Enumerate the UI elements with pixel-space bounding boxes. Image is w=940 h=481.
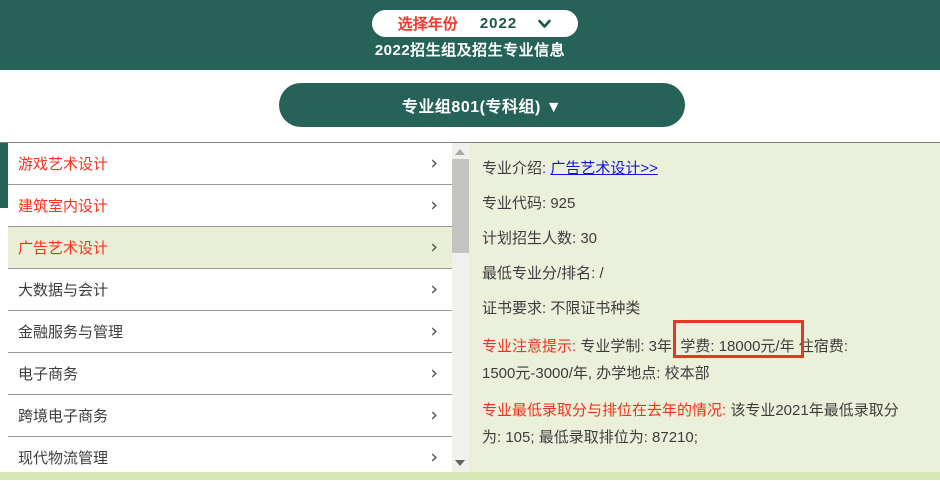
detail-minscore-row: 最低专业分/排名: / (482, 263, 930, 284)
code-value: 925 (550, 195, 576, 212)
notice-label: 专业注意提示: (482, 338, 581, 355)
detail-code-row: 专业代码: 925 (482, 193, 930, 214)
minscore-value: / (599, 265, 604, 282)
chevron-right-icon: › (430, 446, 438, 468)
year-selector-label: 选择年份 (397, 16, 458, 33)
major-label: 大数据与会计 (18, 282, 109, 299)
history-line2: 为: 105; 最低录取排位为: 87210; (482, 429, 698, 446)
year-selector[interactable]: 选择年份 2022 (372, 10, 578, 37)
cert-label: 证书要求: (482, 300, 551, 317)
history-label: 专业最低录取分与排位在去年的情况: (482, 402, 731, 419)
plan-value: 30 (580, 230, 598, 247)
group-button-band: 专业组801(专科组) ▼ (0, 70, 940, 142)
intro-label: 专业介绍: (482, 160, 551, 177)
cert-value: 不限证书种类 (550, 300, 641, 317)
history-line1: 该专业2021年最低录取分 (730, 402, 899, 419)
scrollbar-thumb[interactable] (452, 159, 469, 253)
notice-post2: 1500元-3000/年, 办学地点: 校本部 (482, 365, 710, 382)
list-scrollbar[interactable] (452, 143, 469, 472)
major-detail-panel: 专业介绍: 广告艺术设计>> 专业代码: 925 计划招生人数: 30 最低专业… (469, 143, 940, 472)
top-header: 选择年份 2022 2022招生组及招生专业信息 (0, 0, 940, 70)
plan-label: 计划招生人数: (482, 230, 581, 247)
detail-history-row: 专业最低录取分与排位在去年的情况: 该专业2021年最低录取分为: 105; 最… (482, 397, 930, 451)
major-label: 电子商务 (18, 366, 79, 383)
major-list-item[interactable]: 电子商务 › (8, 353, 452, 395)
chevron-right-icon: › (430, 194, 438, 216)
major-list-item[interactable]: 游戏艺术设计 › (8, 143, 452, 185)
detail-intro-row: 专业介绍: 广告艺术设计>> (482, 158, 930, 179)
scroll-up-icon[interactable] (455, 149, 465, 155)
notice-post1: 住宿费: (794, 338, 848, 355)
left-scroll-thumb[interactable] (0, 143, 8, 208)
chevron-right-icon: › (430, 152, 438, 174)
major-list-item[interactable]: 建筑室内设计 › (8, 185, 452, 227)
major-label: 游戏艺术设计 (18, 156, 109, 173)
major-list-item[interactable]: 广告艺术设计 › (8, 227, 452, 269)
major-label: 现代物流管理 (18, 450, 109, 467)
left-scroll-track[interactable] (0, 143, 8, 472)
notice-pre: 专业学制: 3年, (580, 338, 681, 355)
major-label: 金融服务与管理 (18, 324, 124, 341)
tuition-text: 学费: 18000元/年 (680, 338, 795, 355)
detail-notice-row: 专业注意提示: 专业学制: 3年, 学费: 18000元/年 住宿费: 1500元… (482, 333, 930, 387)
major-list-item[interactable]: 大数据与会计 › (8, 269, 452, 311)
footer-bar (0, 472, 940, 480)
chevron-right-icon: › (430, 404, 438, 426)
major-list-item[interactable]: 金融服务与管理 › (8, 311, 452, 353)
major-group-button[interactable]: 专业组801(专科组) ▼ (279, 83, 685, 127)
major-label: 建筑室内设计 (18, 198, 109, 215)
main-content: 游戏艺术设计 › 建筑室内设计 › 广告艺术设计 › 大数据与会计 › 金融服务… (0, 142, 940, 472)
major-label: 跨境电子商务 (18, 408, 109, 425)
code-label: 专业代码: (482, 195, 551, 212)
chevron-right-icon: › (430, 236, 438, 258)
detail-cert-row: 证书要求: 不限证书种类 (482, 298, 930, 319)
chevron-right-icon: › (430, 320, 438, 342)
chevron-down-icon (538, 19, 551, 28)
detail-plan-row: 计划招生人数: 30 (482, 228, 930, 249)
chevron-right-icon: › (430, 278, 438, 300)
tuition-annotation-box: 学费: 18000元/年 (680, 338, 794, 355)
year-selector-value: 2022 (479, 15, 518, 32)
minscore-label: 最低专业分/排名: (482, 265, 600, 282)
major-label: 广告艺术设计 (18, 240, 109, 257)
chevron-right-icon: › (430, 362, 438, 384)
major-list-item[interactable]: 现代物流管理 › (8, 437, 452, 472)
major-list-item[interactable]: 跨境电子商务 › (8, 395, 452, 437)
scroll-down-icon[interactable] (455, 460, 465, 466)
major-intro-link[interactable]: 广告艺术设计>> (550, 160, 658, 177)
page-title: 2022招生组及招生专业信息 (374, 42, 566, 59)
major-list: 游戏艺术设计 › 建筑室内设计 › 广告艺术设计 › 大数据与会计 › 金融服务… (8, 143, 452, 472)
